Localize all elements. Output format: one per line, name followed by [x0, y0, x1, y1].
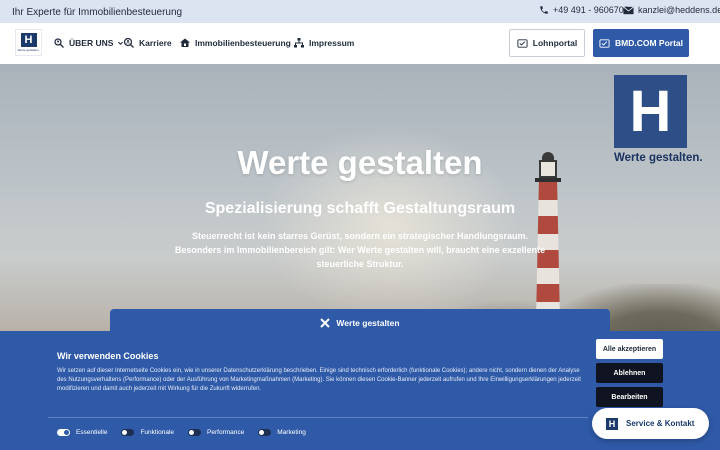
bmd-portal-button[interactable]: BMD.COM Portal — [593, 29, 689, 57]
toggle-essential-label: Essentielle — [76, 429, 108, 436]
hero-title: Werte gestalten — [237, 144, 483, 181]
reject-button[interactable]: Ablehnen — [596, 363, 663, 383]
toggle-switch[interactable] — [57, 429, 70, 436]
house-icon — [180, 38, 190, 47]
toggle-switch[interactable] — [188, 429, 202, 436]
nav-karriere-label: Karriere — [139, 38, 172, 48]
logo-letter: H — [20, 33, 37, 47]
cookie-divider — [48, 417, 588, 418]
hero-text: Steuerrecht ist kein starres Gerüst, son… — [174, 231, 546, 269]
email-address: kanzlei@heddens.de — [638, 5, 720, 15]
top-bar: Ihr Experte für Immobilienbesteuerung +4… — [0, 0, 720, 23]
toggle-switch[interactable] — [121, 429, 135, 436]
service-logo-icon: H — [606, 417, 618, 430]
service-kontakt-button[interactable]: H Service & Kontakt — [592, 408, 709, 439]
cookie-title: Wir verwenden Cookies — [57, 351, 159, 361]
nav-ueber-uns-label: ÜBER UNS — [69, 38, 114, 48]
toggle-essential[interactable]: Essentielle — [57, 429, 107, 436]
close-icon[interactable] — [320, 318, 331, 328]
nav-immobilienbesteuerung[interactable]: Immobilienbesteuerung — [179, 37, 291, 49]
edit-button[interactable]: Bearbeiten — [596, 387, 663, 407]
accept-all-button[interactable]: Alle akzeptieren — [596, 339, 663, 359]
email-link[interactable]: kanzlei@heddens.de — [623, 5, 720, 15]
logo-subline: Werte gestalten. — [17, 48, 40, 52]
nav-immobilienbesteuerung-label: Immobilienbesteuerung — [195, 38, 291, 48]
cookie-text: Wir setzen auf dieser Internetseite Cook… — [57, 368, 581, 392]
nav-karriere[interactable]: Karriere — [123, 37, 172, 49]
hero-subtitle: Spezialisierung schafft Gestaltungsraum — [204, 200, 516, 217]
tagline: Ihr Experte für Immobilienbesteuerung — [12, 7, 183, 18]
lohnportal-button[interactable]: Lohnportal — [509, 29, 585, 57]
toggle-performance[interactable]: Performance — [188, 429, 244, 436]
toggle-performance-label: Performance — [207, 429, 245, 436]
people-search-icon — [54, 38, 64, 48]
service-kontakt-label: Service & Kontakt — [626, 419, 695, 428]
brand-logo: H — [614, 75, 687, 148]
toggle-switch[interactable] — [258, 429, 272, 436]
nav-ueber-uns[interactable]: ÜBER UNS — [53, 37, 128, 49]
cookie-tab-label: Werte gestalten — [336, 318, 400, 328]
phone-link[interactable]: +49 491 - 9606700 — [539, 5, 629, 15]
toggle-functional[interactable]: Funktionale — [121, 429, 174, 436]
nav-impressum[interactable]: Impressum — [293, 37, 354, 49]
toggle-marketing-label: Marketing — [277, 429, 306, 436]
mail-icon — [623, 5, 634, 14]
brand-logo-letter: H — [629, 78, 672, 144]
bmd-portal-label: BMD.COM Portal — [615, 38, 683, 48]
phone-icon — [540, 6, 548, 14]
portal-icon — [599, 38, 610, 48]
search-person-icon — [123, 37, 134, 48]
sitemap-icon — [294, 38, 304, 48]
lohnportal-label: Lohnportal — [532, 38, 578, 48]
main-header: H Werte gestalten. ÜBER UNS Karriere Imm… — [0, 23, 720, 64]
portal-icon — [517, 38, 528, 48]
cookie-toggles: Essentielle Funktionale Performance Mark… — [57, 429, 320, 436]
nav-impressum-label: Impressum — [309, 38, 355, 48]
site-logo[interactable]: H Werte gestalten. — [15, 29, 42, 56]
toggle-marketing[interactable]: Marketing — [258, 429, 306, 436]
toggle-functional-label: Funktionale — [140, 429, 175, 436]
phone-number: +49 491 - 9606700 — [553, 5, 629, 15]
